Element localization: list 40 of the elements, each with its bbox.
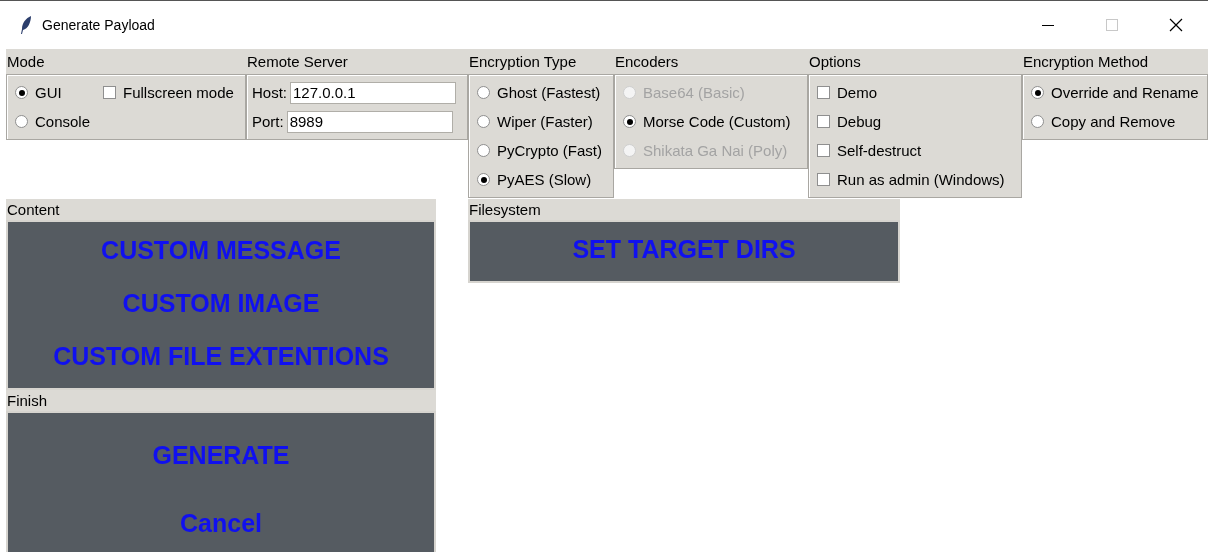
radio-button[interactable]: Copy and Remove xyxy=(1025,107,1182,136)
checkbox[interactable]: Debug xyxy=(811,107,888,136)
field-label: Host: xyxy=(252,84,287,101)
checkbox[interactable]: Self-destruct xyxy=(811,136,928,165)
checkbox[interactable]: Run as admin (Windows) xyxy=(811,165,1011,194)
input-field[interactable]: 8989 xyxy=(286,110,453,133)
radio-circle[interactable] xyxy=(477,173,490,186)
section-header: Remote Server xyxy=(246,49,468,74)
section-header: Finish xyxy=(6,390,436,411)
radio-circle[interactable] xyxy=(1031,86,1044,99)
radio-circle[interactable] xyxy=(15,115,28,128)
input-field[interactable]: 127.0.0.1 xyxy=(290,81,456,104)
radio-button[interactable]: Override and Rename xyxy=(1025,78,1205,107)
close-icon xyxy=(1169,18,1183,32)
checkbox[interactable]: Fullscreen mode xyxy=(97,78,240,107)
radio-circle[interactable] xyxy=(477,115,490,128)
radio-circle[interactable] xyxy=(477,86,490,99)
feather-icon xyxy=(20,15,32,35)
window-title: Generate Payload xyxy=(42,17,155,33)
maximize-icon xyxy=(1106,19,1118,31)
radio-button[interactable]: PyAES (Slow) xyxy=(471,165,598,194)
section-header: Encryption Type xyxy=(468,49,614,74)
radio-button[interactable]: PyCrypto (Fast) xyxy=(471,136,608,165)
radio-button[interactable]: Wiper (Faster) xyxy=(471,107,599,136)
section-header: Encryption Method xyxy=(1022,49,1208,74)
radio-button[interactable]: GUI xyxy=(9,78,68,107)
radio-button[interactable]: Console xyxy=(9,107,97,136)
section-header: Content xyxy=(6,199,436,220)
section-header: Filesystem xyxy=(468,199,900,220)
field-label: Port: xyxy=(252,113,284,130)
section-header: Mode xyxy=(6,49,246,74)
radio-button[interactable]: Ghost (Fastest) xyxy=(471,78,607,107)
radio-circle[interactable] xyxy=(623,115,636,128)
radio-circle[interactable] xyxy=(15,86,28,99)
radio-circle[interactable] xyxy=(1031,115,1044,128)
radio-circle[interactable] xyxy=(477,144,490,157)
section-header: Encoders xyxy=(614,49,808,74)
checkbox[interactable]: Demo xyxy=(811,78,883,107)
radio-button[interactable]: Morse Code (Custom) xyxy=(617,107,797,136)
section-header: Options xyxy=(808,49,1022,74)
